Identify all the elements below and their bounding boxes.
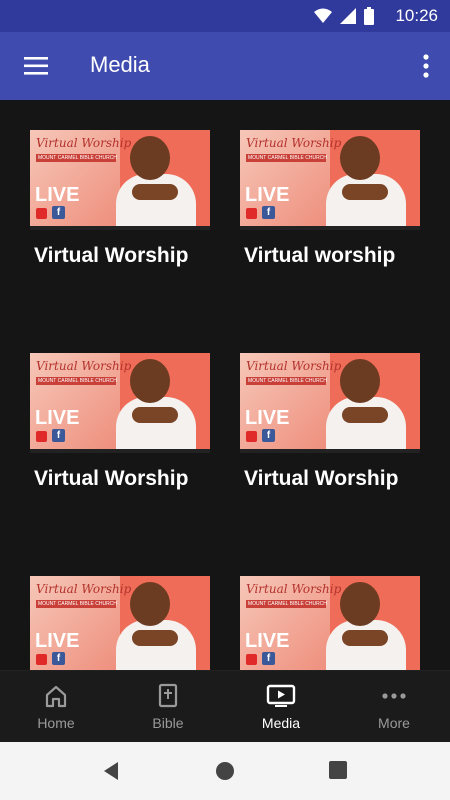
thumbnail-script-title: Virtual Worship xyxy=(36,359,132,373)
media-card[interactable]: Virtual Worship MOUNT CARMEL BIBLE CHURC… xyxy=(30,130,210,268)
nav-item-home[interactable]: Home xyxy=(0,671,112,743)
signal-icon xyxy=(340,8,356,24)
nav-label-bible: Bible xyxy=(152,715,184,731)
media-card[interactable]: Virtual Worship MOUNT CARMEL BIBLE CHURC… xyxy=(240,353,420,491)
pastor-hands xyxy=(132,407,178,423)
media-title[interactable]: Virtual Worship xyxy=(34,467,210,491)
thumbnail-script-title: Virtual Worship xyxy=(246,136,342,150)
system-navigation-bar xyxy=(0,742,450,800)
page-title: Media xyxy=(90,52,150,77)
recents-icon[interactable] xyxy=(328,760,348,780)
pastor-body xyxy=(116,174,196,230)
thumbnail-live-text: LIVE xyxy=(35,630,80,652)
home-circle-icon[interactable] xyxy=(214,760,236,782)
media-title[interactable]: Virtual Worship xyxy=(34,244,210,268)
thumbnail-strip xyxy=(30,449,210,453)
youtube-icon xyxy=(246,431,257,442)
youtube-icon xyxy=(36,208,47,219)
media-thumbnail[interactable]: Virtual Worship MOUNT CARMEL BIBLE CHURC… xyxy=(30,130,210,230)
thumbnail-church-name: MOUNT CARMEL BIBLE CHURCH xyxy=(246,154,327,162)
pastor-body xyxy=(326,397,406,453)
pastor-body xyxy=(116,397,196,453)
back-icon[interactable] xyxy=(100,760,122,782)
menu-icon[interactable] xyxy=(22,52,50,80)
pastor-hands xyxy=(132,184,178,200)
media-card[interactable]: Virtual Worship MOUNT CARMEL BIBLE CHURC… xyxy=(240,130,420,268)
media-icon xyxy=(266,684,296,707)
pastor-hands xyxy=(342,630,388,646)
pastor-face xyxy=(130,136,170,180)
app-bar: Media xyxy=(0,32,450,100)
youtube-icon xyxy=(246,208,257,219)
media-title[interactable]: Virtual Worship xyxy=(244,467,420,491)
nav-label-home: Home xyxy=(37,715,75,731)
media-card[interactable]: Virtual Worship MOUNT CARMEL BIBLE CHURC… xyxy=(30,353,210,491)
pastor-hands xyxy=(342,407,388,423)
thumbnail-strip xyxy=(30,226,210,230)
nav-label-more: More xyxy=(378,715,410,731)
pastor-body xyxy=(326,174,406,230)
pastor-face xyxy=(130,582,170,626)
bible-icon xyxy=(158,683,178,708)
thumbnail-live-text: LIVE xyxy=(35,407,80,429)
pastor-face xyxy=(340,136,380,180)
facebook-icon: f xyxy=(262,429,275,442)
battery-icon xyxy=(364,7,374,25)
media-thumbnail[interactable]: Virtual Worship MOUNT CARMEL BIBLE CHURC… xyxy=(240,130,420,230)
pastor-face xyxy=(340,359,380,403)
thumbnail-script-title: Virtual Worship xyxy=(246,359,342,373)
wifi-icon xyxy=(314,8,332,23)
media-card[interactable]: Virtual Worship MOUNT CARMEL BIBLE CHURC… xyxy=(30,576,210,670)
thumbnail-church-name: MOUNT CARMEL BIBLE CHURCH xyxy=(246,600,327,608)
thumbnail-strip xyxy=(240,449,420,453)
thumbnail-live-text: LIVE xyxy=(35,184,80,206)
status-icons xyxy=(314,7,374,25)
youtube-icon xyxy=(36,431,47,442)
nav-item-more[interactable]: More xyxy=(338,671,450,743)
media-thumbnail[interactable]: Virtual Worship MOUNT CARMEL BIBLE CHURC… xyxy=(240,576,420,670)
home-icon xyxy=(45,685,67,708)
pastor-hands xyxy=(132,630,178,646)
pastor-face xyxy=(340,582,380,626)
media-thumbnail[interactable]: Virtual Worship MOUNT CARMEL BIBLE CHURC… xyxy=(30,353,210,453)
thumbnail-live-text: LIVE xyxy=(245,184,290,206)
nav-label-media: Media xyxy=(261,715,301,731)
nav-item-bible[interactable]: Bible xyxy=(112,671,224,743)
more-icon xyxy=(382,693,406,699)
status-bar: 10:26 xyxy=(0,0,450,32)
facebook-icon: f xyxy=(52,652,65,665)
facebook-icon: f xyxy=(52,429,65,442)
bottom-navigation: Home Bible Media More xyxy=(0,670,450,742)
thumbnail-script-title: Virtual Worship xyxy=(36,136,132,150)
media-card[interactable]: Virtual Worship MOUNT CARMEL BIBLE CHURC… xyxy=(240,576,420,670)
thumbnail-live-text: LIVE xyxy=(245,407,290,429)
thumbnail-script-title: Virtual Worship xyxy=(36,582,132,596)
thumbnail-church-name: MOUNT CARMEL BIBLE CHURCH xyxy=(36,600,117,608)
media-list[interactable]: Virtual Worship MOUNT CARMEL BIBLE CHURC… xyxy=(0,100,450,670)
pastor-face xyxy=(130,359,170,403)
facebook-icon: f xyxy=(52,206,65,219)
nav-item-media[interactable]: Media xyxy=(225,671,337,743)
media-thumbnail[interactable]: Virtual Worship MOUNT CARMEL BIBLE CHURC… xyxy=(30,576,210,670)
overflow-menu-icon[interactable] xyxy=(418,50,434,82)
thumbnail-script-title: Virtual Worship xyxy=(246,582,342,596)
status-time: 10:26 xyxy=(395,6,438,25)
pastor-hands xyxy=(342,184,388,200)
thumbnail-church-name: MOUNT CARMEL BIBLE CHURCH xyxy=(246,377,327,385)
facebook-icon: f xyxy=(262,206,275,219)
thumbnail-live-text: LIVE xyxy=(245,630,290,652)
media-thumbnail[interactable]: Virtual Worship MOUNT CARMEL BIBLE CHURC… xyxy=(240,353,420,453)
thumbnail-strip xyxy=(240,226,420,230)
thumbnail-church-name: MOUNT CARMEL BIBLE CHURCH xyxy=(36,377,117,385)
facebook-icon: f xyxy=(262,652,275,665)
thumbnail-church-name: MOUNT CARMEL BIBLE CHURCH xyxy=(36,154,117,162)
youtube-icon xyxy=(36,654,47,665)
media-title[interactable]: Virtual worship xyxy=(244,244,420,268)
youtube-icon xyxy=(246,654,257,665)
